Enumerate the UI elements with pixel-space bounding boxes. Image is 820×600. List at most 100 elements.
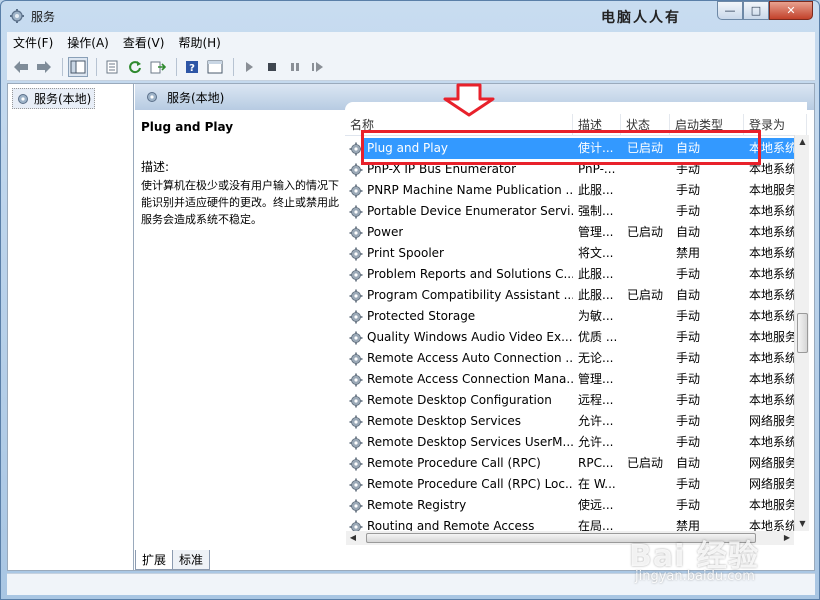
watermark-text: 电脑人人有 (601, 10, 681, 26)
service-gear-icon (349, 289, 363, 303)
service-startup-type: 手动 (676, 330, 701, 344)
service-row[interactable]: Remote Registry 使远... 手动 本地服务 (345, 495, 807, 516)
service-status (627, 390, 671, 411)
service-row[interactable]: Remote Procedure Call (RPC) Loc... 在 W...… (345, 474, 807, 495)
refresh-icon[interactable] (125, 57, 145, 77)
service-row[interactable]: Power 管理... 已启动 自动 本地系统 (345, 222, 807, 243)
export-list-icon[interactable] (148, 57, 168, 77)
service-row[interactable]: Problem Reports and Solutions C... 此服... 手… (345, 264, 807, 285)
menu-help[interactable]: 帮助(H) (178, 34, 220, 51)
service-name-cell: Remote Access Connection Mana... (349, 369, 573, 390)
vertical-scrollbar[interactable]: ▲ ▼ (794, 135, 809, 531)
service-startup-type: 自动 (676, 225, 701, 239)
menu-view[interactable]: 查看(V) (123, 34, 165, 51)
service-row[interactable]: Protected Storage 为敏... 手动 本地系统 (345, 306, 807, 327)
content-header-title: 服务(本地) (167, 90, 225, 105)
service-name-cell: Remote Registry (349, 495, 573, 516)
service-name: Remote Desktop Services UserM... (367, 435, 573, 449)
tab-extended[interactable]: 扩展 (135, 550, 174, 570)
service-row[interactable]: Remote Access Connection Mana... 管理... 手动本… (345, 369, 807, 390)
service-name: Remote Procedure Call (RPC) Loc... (367, 477, 573, 491)
console-tree-icon[interactable] (68, 56, 88, 77)
service-startup-type: 手动 (676, 183, 701, 197)
service-name: Portable Device Enumerator Servi... (367, 204, 573, 218)
service-startup-type: 手动 (676, 204, 701, 218)
restart-service-icon[interactable] (308, 57, 328, 77)
description-text: 使计算机在极少或没有用户输入的情况下能识别并适应硬件的更改。终止或禁用此服务会造… (141, 179, 339, 226)
toolbar-separator (176, 57, 177, 76)
service-row[interactable]: Quality Windows Audio Video Ex... 优质 ... 手… (345, 327, 807, 348)
service-gear-icon (349, 184, 363, 198)
close-button[interactable]: ✕ (769, 1, 813, 20)
service-name: Print Spooler (367, 246, 444, 260)
maximize-button[interactable]: □ (743, 1, 769, 20)
properties-icon[interactable] (102, 57, 122, 77)
service-status (627, 180, 671, 201)
service-name: Remote Registry (367, 498, 467, 512)
service-row[interactable]: Remote Desktop Configuration 远程... 手动 本地系统 (345, 390, 807, 411)
forward-arrow-icon[interactable] (34, 57, 54, 77)
title-bar[interactable]: 服务 电脑人人有 — □ ✕ (1, 1, 819, 31)
service-row[interactable]: Remote Desktop Services UserM... 允许... 手动本… (345, 432, 807, 453)
service-description: 强制... (578, 204, 614, 218)
service-row[interactable]: Remote Procedure Call (RPC) RPC... 已启动 自动 网络… (345, 453, 807, 474)
service-name-cell: Protected Storage (349, 306, 573, 327)
service-name-cell: Program Compatibility Assistant ... (349, 285, 573, 306)
service-status (627, 495, 671, 516)
view-tabs: 扩展 标准 (135, 550, 211, 570)
svg-text:?: ? (189, 63, 195, 74)
service-name-cell: Portable Device Enumerator Servi... (349, 201, 573, 222)
service-row[interactable]: Remote Desktop Services 允许... 手动 网络服务 (345, 411, 807, 432)
service-status (627, 474, 671, 495)
service-gear-icon (349, 478, 363, 492)
services-list: 名称 描述 状态 启动类型 登录为 Plug and Play 使计... 已启动自… (345, 102, 807, 547)
tree-item-services-local[interactable]: 服务(本地) (12, 88, 96, 109)
menu-bar: 文件(F) 操作(A) 查看(V) 帮助(H) (7, 32, 815, 53)
service-name-cell: Print Spooler (349, 243, 573, 264)
service-gear-icon (349, 499, 363, 513)
service-description: 优质 ... (578, 330, 618, 344)
service-startup-type: 手动 (676, 267, 701, 281)
service-row[interactable]: Print Spooler 将文... 禁用 本地系统 (345, 243, 807, 264)
service-description: 为敏... (578, 309, 614, 323)
scroll-left-arrow-icon[interactable]: ◀ (346, 531, 360, 545)
scroll-down-arrow-icon[interactable]: ▼ (795, 517, 810, 531)
service-gear-icon (349, 205, 363, 219)
service-description: 此服... (578, 183, 614, 197)
window-title: 服务 (31, 10, 56, 24)
service-row[interactable]: Remote Access Auto Connection ... 无论... 手动… (345, 348, 807, 369)
service-status (627, 327, 671, 348)
minimize-button[interactable]: — (717, 1, 743, 20)
tab-standard[interactable]: 标准 (172, 550, 211, 570)
scroll-up-arrow-icon[interactable]: ▲ (795, 135, 810, 149)
service-row[interactable]: PNRP Machine Name Publication ... 此服... 手动… (345, 180, 807, 201)
back-arrow-icon[interactable] (11, 57, 31, 77)
selected-service-title: Plug and Play (141, 120, 234, 134)
service-startup-type: 手动 (676, 393, 701, 407)
service-name-cell: Remote Procedure Call (RPC) Loc... (349, 474, 573, 495)
service-row[interactable]: Program Compatibility Assistant ... 此服...… (345, 285, 807, 306)
menu-action[interactable]: 操作(A) (67, 34, 109, 51)
service-gear-icon (349, 373, 363, 387)
help-icon[interactable]: ? (182, 57, 202, 77)
show-hide-action-pane-icon[interactable] (205, 57, 225, 77)
description-pane: Plug and Play 描述: 使计算机在极少或没有用户输入的情况下能识别并… (141, 120, 341, 228)
service-status (627, 369, 671, 390)
service-status (627, 201, 671, 222)
service-name: Power (367, 225, 404, 239)
service-description: 在 W... (578, 477, 616, 491)
service-gear-icon (349, 394, 363, 408)
service-gear-icon (349, 436, 363, 450)
scroll-right-arrow-icon[interactable]: ▶ (780, 531, 794, 545)
service-name: Remote Access Auto Connection ... (367, 351, 573, 365)
service-name-cell: Remote Desktop Services UserM... (349, 432, 573, 453)
service-row[interactable]: Portable Device Enumerator Servi... 强制...… (345, 201, 807, 222)
start-service-icon[interactable] (239, 57, 259, 77)
service-status (627, 264, 671, 285)
service-status: 已启动 (627, 225, 664, 239)
vertical-scroll-thumb[interactable] (797, 313, 808, 353)
pause-service-icon[interactable] (285, 57, 305, 77)
stop-service-icon[interactable] (262, 57, 282, 77)
menu-file[interactable]: 文件(F) (13, 34, 53, 51)
service-description: 无论... (578, 351, 614, 365)
